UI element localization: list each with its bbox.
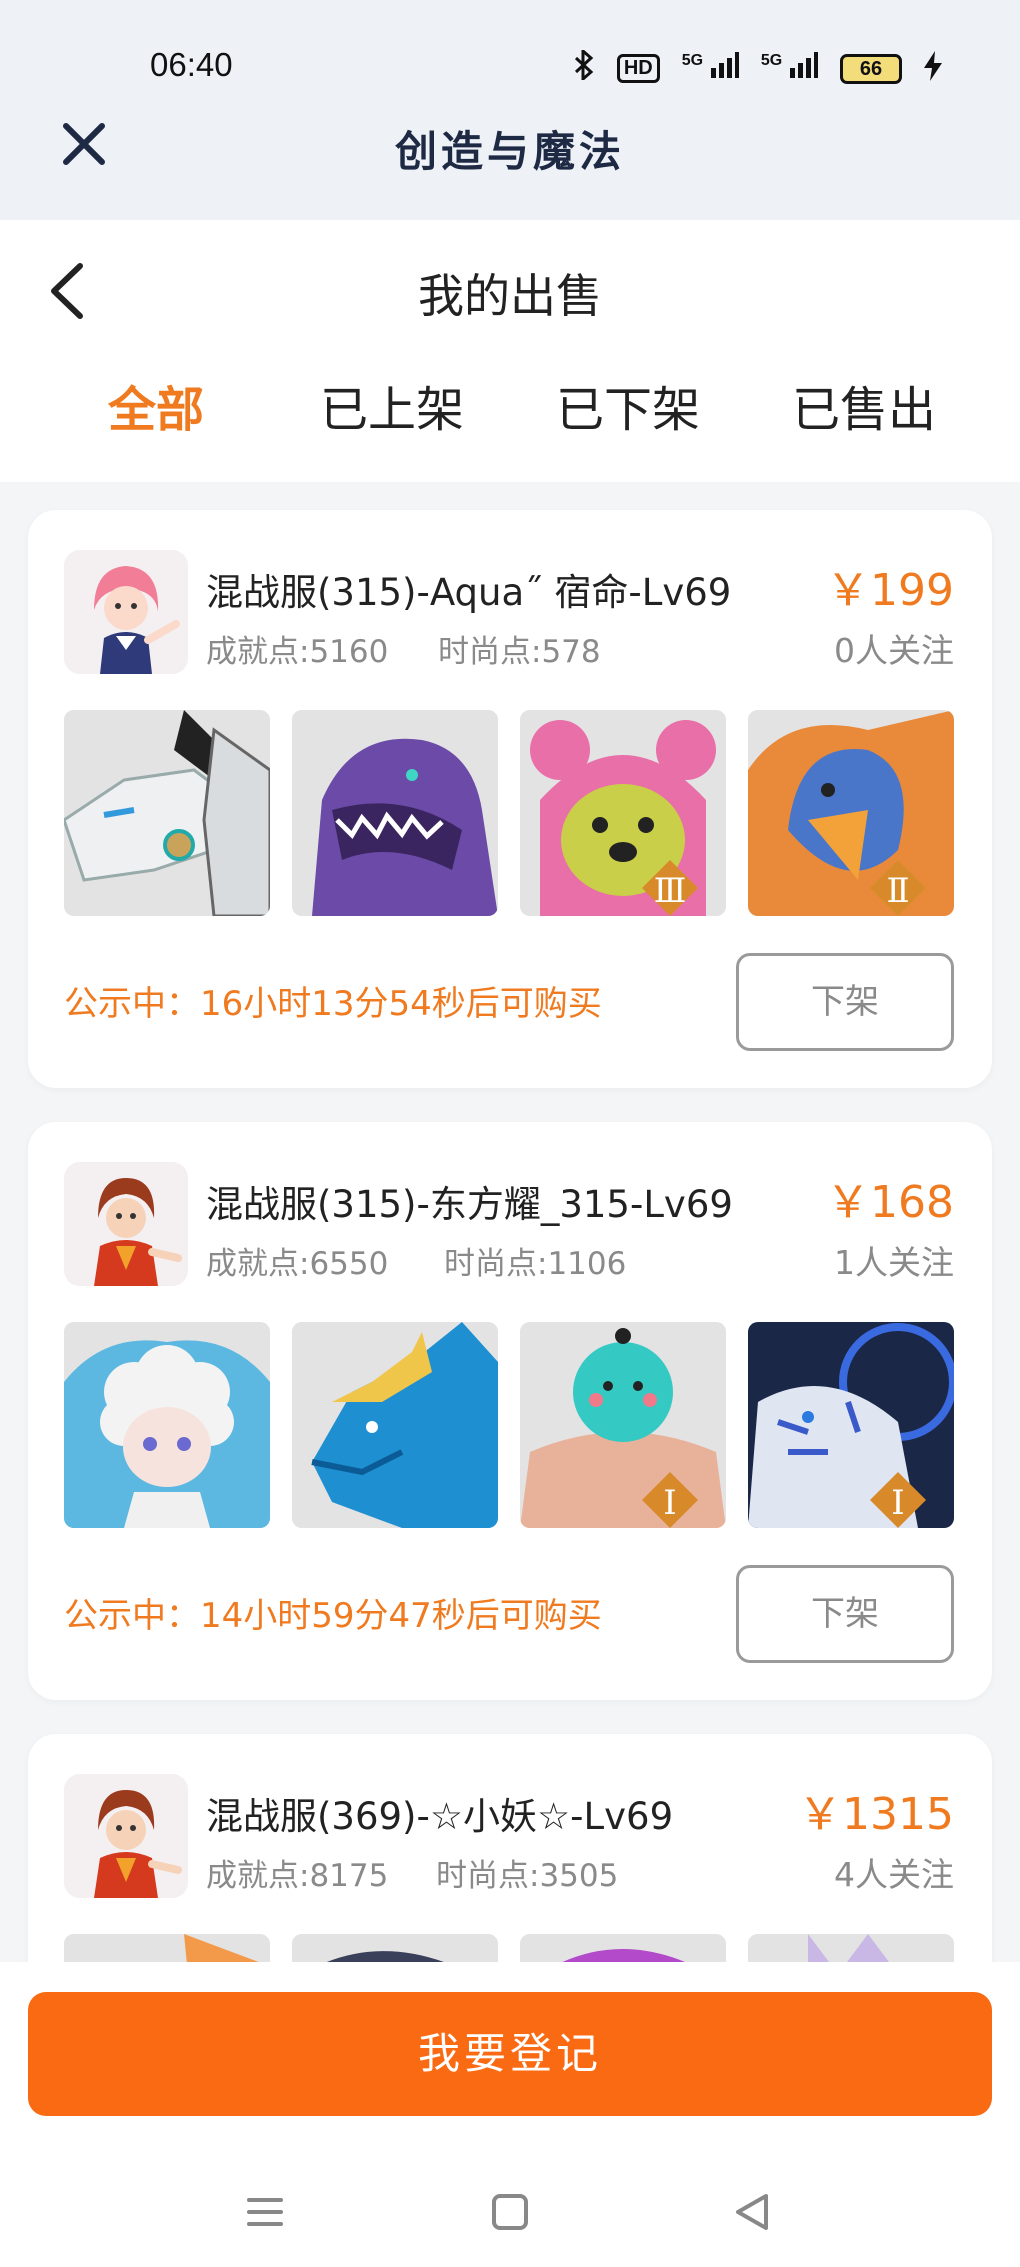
teal-bird-image: Ⅰ — [520, 1322, 726, 1528]
item-thumbnails: Ⅲ Ⅱ — [64, 710, 956, 916]
fashion-points: 时尚点:3505 — [436, 1858, 619, 1894]
network-label: 5G — [681, 52, 704, 69]
listing-card[interactable]: 混战服(369)-☆小妖☆-Lv69 成就点:8175 时尚点:3505 ￥13… — [28, 1734, 992, 1962]
listing-price: ￥168 — [826, 1177, 954, 1228]
tab-bar: 全部 已上架 已下架 已售出 — [0, 370, 1020, 450]
tab-sold[interactable]: 已售出 — [746, 370, 982, 440]
purple-dinosaur-image — [292, 710, 498, 916]
register-button[interactable]: 我要登记 — [28, 1992, 992, 2116]
hd-icon: HD — [616, 54, 660, 83]
follower-count: 0人关注 — [834, 631, 954, 670]
listing-name: 混战服(315)-东方耀_315-Lv69 — [206, 1183, 733, 1226]
avatar — [64, 550, 188, 674]
item-thumbnails: Ⅰ Ⅰ — [64, 1322, 956, 1528]
item-thumbnail[interactable] — [520, 1934, 726, 1962]
pink-bear-image: Ⅲ — [520, 710, 726, 916]
listing-card[interactable]: 混战服(315)-Aqua˝ 宿命-Lv69 成就点:5160 时尚点:578 … — [28, 510, 992, 1088]
item-thumbnail[interactable] — [64, 1322, 270, 1528]
achievement-points: 成就点:5160 — [206, 634, 389, 670]
svg-text:Ⅱ: Ⅱ — [886, 871, 909, 911]
cloud-sheep-image — [64, 1322, 270, 1528]
svg-text:Ⅰ: Ⅰ — [891, 1483, 904, 1523]
svg-text:Ⅲ: Ⅲ — [654, 871, 687, 911]
back-nav-icon[interactable] — [722, 2182, 782, 2242]
signal-5g-icon: 5G — [682, 52, 739, 85]
item-thumbnail[interactable] — [292, 710, 498, 916]
eagle-griffin-image: Ⅱ — [748, 710, 954, 916]
page-header: 我的出售 全部 已上架 已下架 已售出 — [0, 220, 1020, 482]
follower-count: 1人关注 — [834, 1243, 954, 1282]
item-thumbnail[interactable] — [748, 1934, 954, 1962]
item-thumbnail[interactable]: Ⅲ — [520, 710, 726, 916]
light-mount-image — [748, 1934, 954, 1962]
system-nav-bar — [0, 2182, 1020, 2252]
status-icons: HD 5G 5G 66 — [573, 47, 942, 87]
item-thumbnail[interactable] — [292, 1934, 498, 1962]
charging-icon — [924, 51, 942, 86]
item-thumbnail[interactable]: Ⅰ — [520, 1322, 726, 1528]
ice-dragon-image — [292, 1322, 498, 1528]
delist-button[interactable]: 下架 — [736, 1565, 954, 1663]
avatar — [64, 1162, 188, 1286]
listing-price: ￥1315 — [798, 1789, 954, 1840]
fashion-points: 时尚点:1106 — [444, 1246, 627, 1282]
tab-delisted[interactable]: 已下架 — [510, 370, 746, 440]
menu-icon[interactable] — [235, 2182, 295, 2242]
network-label: 5G — [760, 52, 783, 69]
item-thumbnail[interactable] — [64, 1934, 270, 1962]
item-thumbnail[interactable] — [64, 710, 270, 916]
listing-name: 混战服(369)-☆小妖☆-Lv69 — [206, 1795, 674, 1838]
listing-list[interactable]: 混战服(315)-Aqua˝ 宿命-Lv69 成就点:5160 时尚点:578 … — [0, 482, 1020, 1962]
home-icon[interactable] — [480, 2182, 540, 2242]
listing-card[interactable]: 混战服(315)-东方耀_315-Lv69 成就点:6550 时尚点:1106 … — [28, 1122, 992, 1700]
listing-status: 公示中：14小时59分47秒后可购买 — [64, 1596, 602, 1636]
mecha-dragon-image — [64, 710, 270, 916]
delist-button[interactable]: 下架 — [736, 953, 954, 1051]
tab-listed[interactable]: 已上架 — [274, 370, 510, 440]
svg-text:Ⅰ: Ⅰ — [663, 1483, 676, 1523]
purple-mount-image — [520, 1934, 726, 1962]
orange-mount-image — [64, 1934, 270, 1962]
listing-name: 混战服(315)-Aqua˝ 宿命-Lv69 — [206, 571, 732, 614]
app-header: 06:40 HD 5G 5G 66 创造与魔法 — [0, 0, 1020, 220]
listing-status: 公示中：16小时13分54秒后可购买 — [64, 984, 602, 1024]
follower-count: 4人关注 — [834, 1855, 954, 1894]
fashion-points: 时尚点:578 — [438, 634, 601, 670]
bluetooth-icon — [573, 47, 595, 87]
achievement-points: 成就点:6550 — [206, 1246, 389, 1282]
item-thumbnail[interactable]: Ⅰ — [748, 1322, 954, 1528]
battery-icon: 66 — [840, 53, 902, 84]
dark-mount-image — [292, 1934, 498, 1962]
page-title: 我的出售 — [418, 269, 602, 323]
tab-all[interactable]: 全部 — [38, 370, 274, 440]
status-time: 06:40 — [150, 46, 233, 83]
item-thumbnails — [64, 1934, 956, 1962]
item-thumbnail[interactable]: Ⅱ — [748, 710, 954, 916]
avatar — [64, 1774, 188, 1898]
listing-price: ￥199 — [826, 565, 954, 616]
item-thumbnail[interactable] — [292, 1322, 498, 1528]
app-title: 创造与魔法 — [394, 127, 625, 176]
white-tiger-image: Ⅰ — [748, 1322, 954, 1528]
achievement-points: 成就点:8175 — [206, 1858, 389, 1894]
bottom-bar: 我要登记 — [0, 1962, 1020, 2267]
signal-5g-icon: 5G — [761, 52, 818, 85]
